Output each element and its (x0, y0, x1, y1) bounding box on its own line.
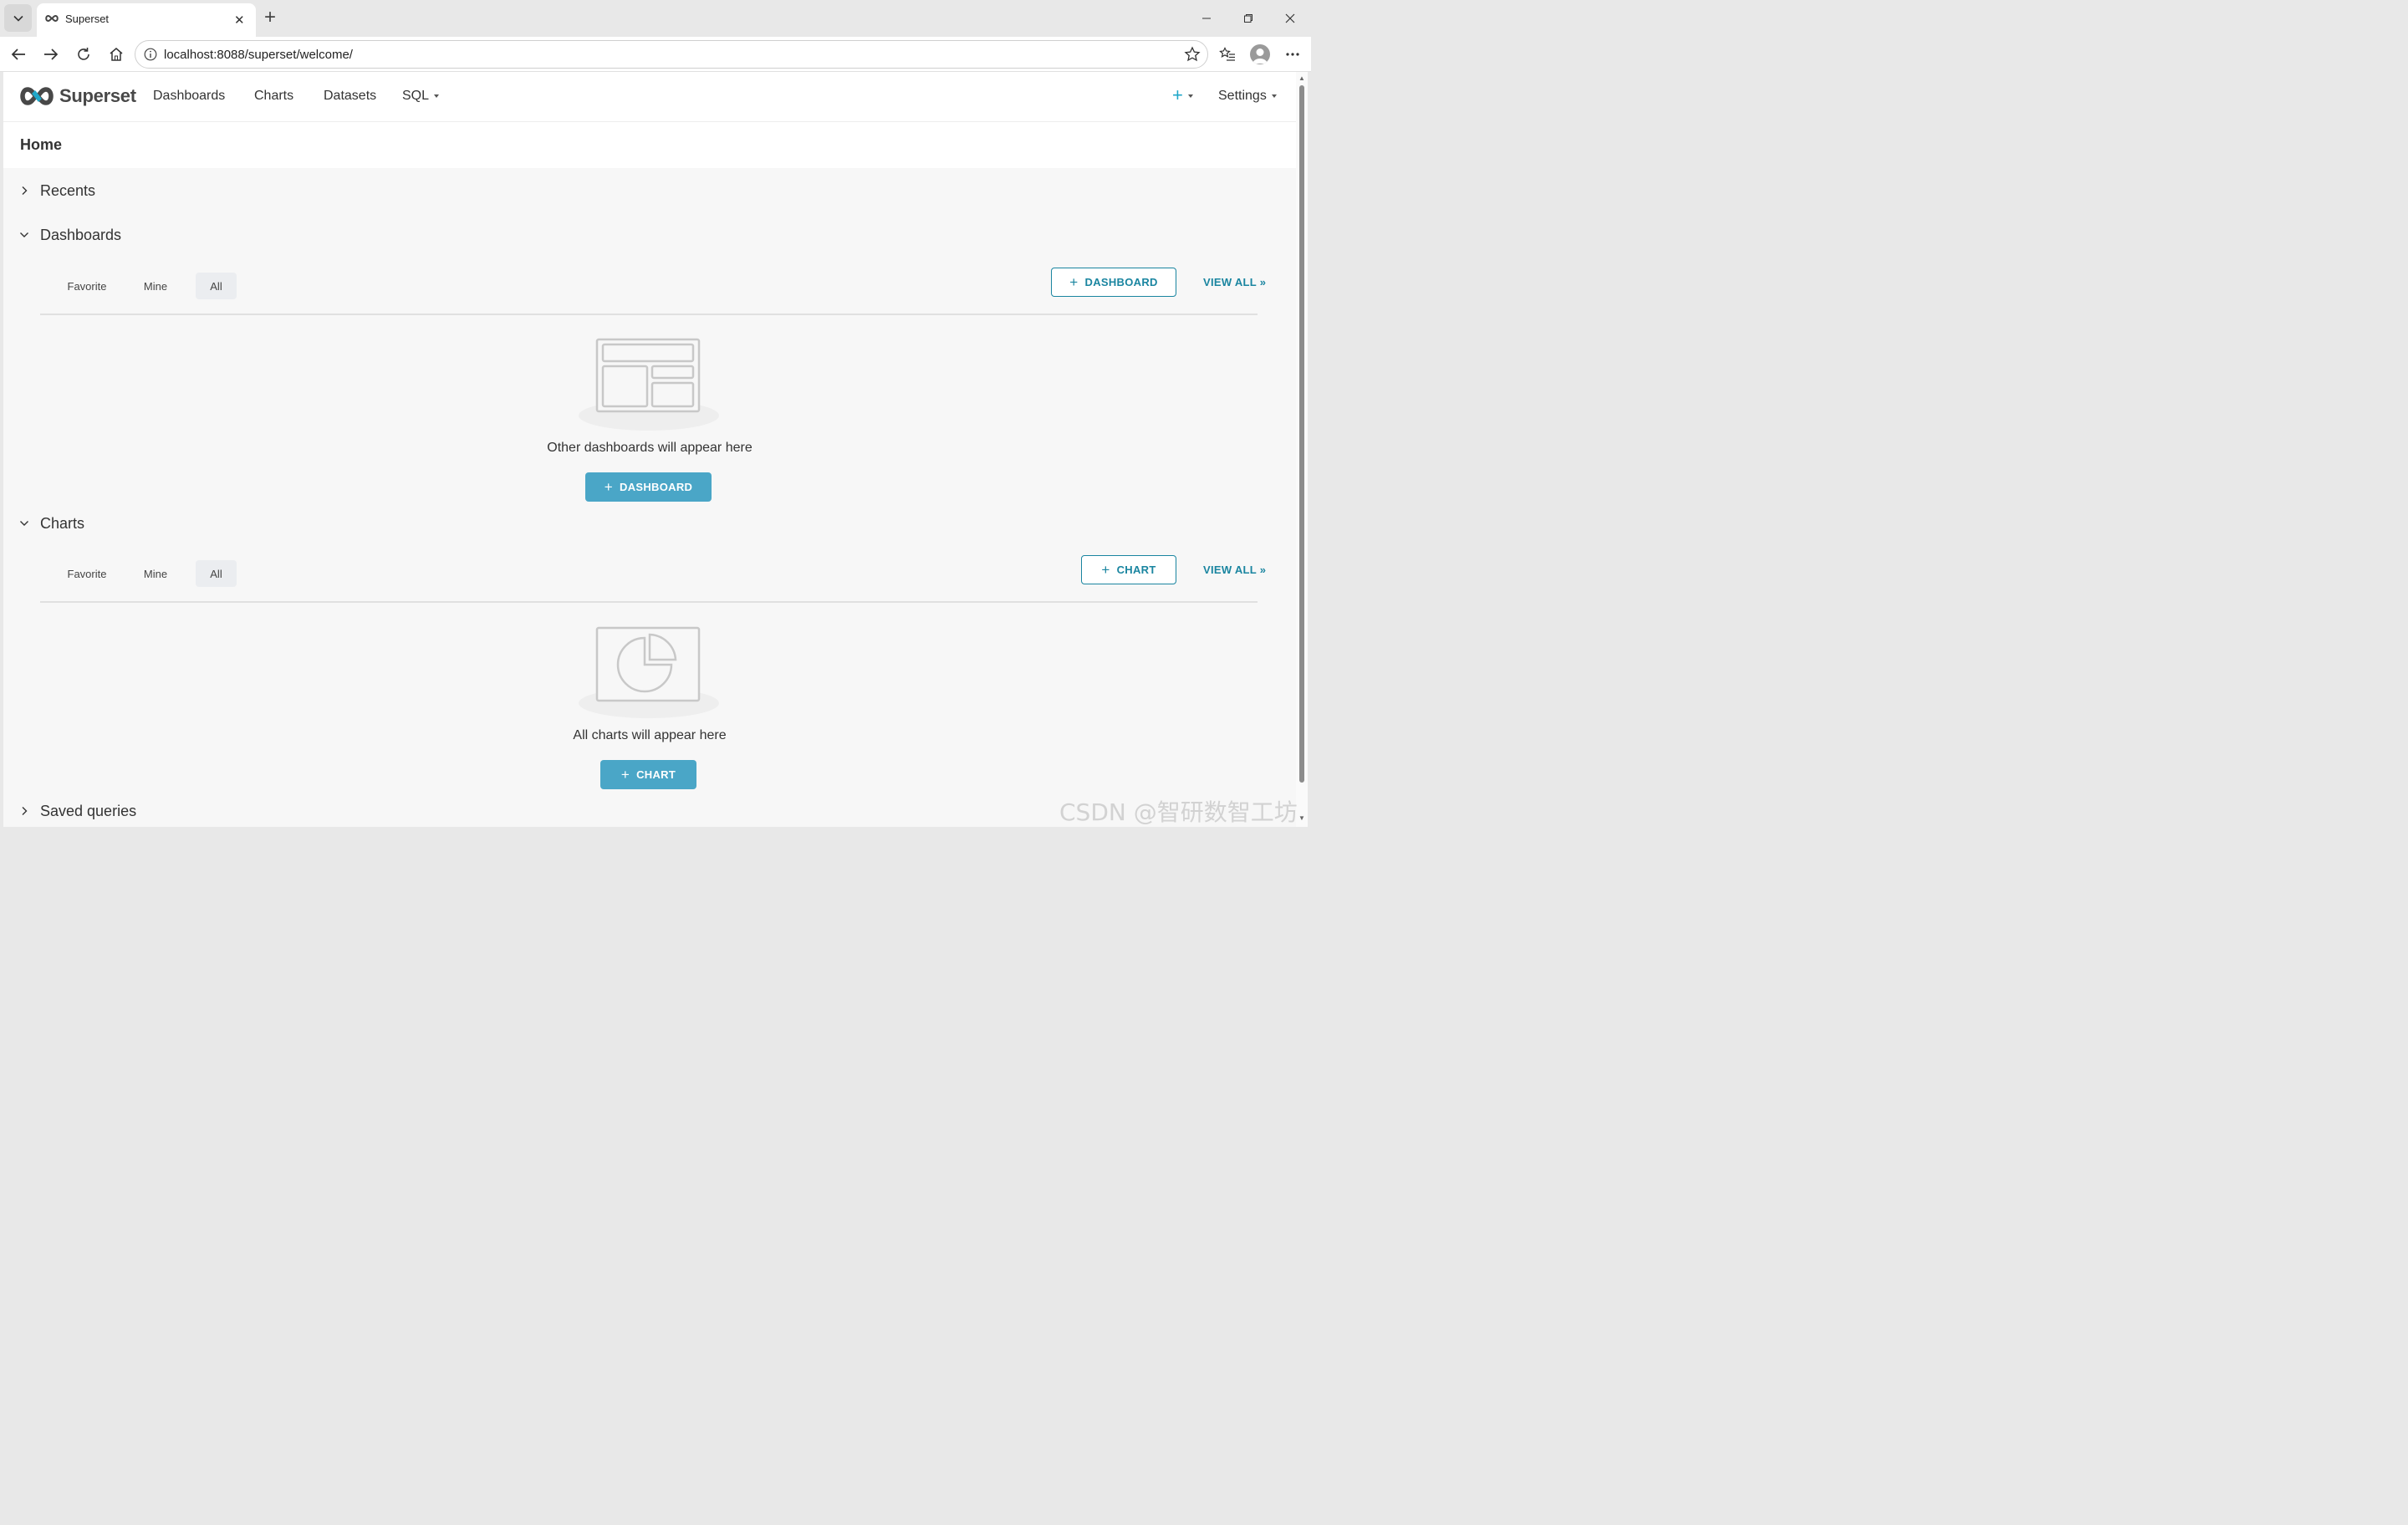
section-label-charts: Charts (40, 514, 85, 532)
close-window-icon[interactable] (1279, 8, 1301, 29)
page-title: Home (20, 136, 63, 153)
new-tab-icon[interactable]: + (264, 7, 276, 28)
minimize-icon[interactable] (1196, 8, 1217, 29)
browser-tab-bar: Superset ✕ + (0, 0, 1311, 37)
settings-menu[interactable]: Settings (1218, 89, 1277, 104)
charts-view-all-link[interactable]: VIEW ALL » (1203, 564, 1266, 576)
charts-divider (40, 601, 1258, 603)
reload-icon[interactable] (74, 44, 94, 64)
profile-avatar-icon[interactable] (1250, 44, 1270, 64)
tab-close-icon[interactable]: ✕ (234, 13, 245, 28)
caret-down-icon (434, 94, 440, 98)
create-chart-label: CHART (636, 768, 676, 781)
create-chart-button[interactable]: + CHART (600, 760, 696, 789)
dashboards-view-all-link[interactable]: VIEW ALL » (1203, 276, 1266, 288)
saved-queries-section-toggle[interactable]: Saved queries (18, 801, 136, 821)
nav-sql-menu[interactable]: SQL (402, 89, 440, 104)
forward-arrow-icon[interactable] (41, 44, 61, 64)
page-header: Home (3, 122, 1296, 168)
chevron-down-icon (13, 15, 23, 22)
address-bar[interactable]: localhost:8088/superset/welcome/ (135, 40, 1208, 69)
scroll-up-icon[interactable]: ▲ (1298, 74, 1305, 82)
dashboards-section-toggle[interactable]: Dashboards (18, 225, 121, 245)
superset-logo[interactable]: Superset (18, 85, 136, 107)
add-chart-button[interactable]: + CHART (1081, 555, 1176, 584)
charts-filter-mine[interactable]: Mine (127, 560, 184, 587)
dashboards-filter-all[interactable]: All (196, 273, 237, 299)
plus-icon: + (1101, 562, 1110, 578)
add-dashboard-label: DASHBOARD (1084, 276, 1158, 288)
new-item-menu[interactable]: + (1172, 84, 1193, 106)
charts-filter-favorite[interactable]: Favorite (54, 560, 120, 587)
page-scrollbar[interactable]: ▲ ▼ (1296, 72, 1308, 827)
section-label-saved-queries: Saved queries (40, 802, 137, 819)
watermark: CSDN @智研数智工坊 (1059, 798, 1298, 826)
url-text: localhost:8088/superset/welcome/ (164, 48, 353, 62)
recents-section-toggle[interactable]: Recents (18, 181, 95, 201)
plus-icon: + (620, 767, 630, 783)
chevron-down-icon (18, 229, 30, 241)
nav-sql-label: SQL (402, 89, 430, 103)
section-label-recents: Recents (40, 181, 96, 199)
superset-navbar: Superset Dashboards Charts Datasets SQL … (3, 72, 1296, 122)
plus-icon: + (1172, 84, 1183, 105)
tab-title: Superset (65, 13, 110, 25)
back-arrow-icon[interactable] (8, 44, 28, 64)
add-dashboard-button[interactable]: + DASHBOARD (1051, 268, 1176, 297)
page-viewport: Superset Dashboards Charts Datasets SQL … (3, 72, 1296, 827)
favorites-list-icon[interactable] (1217, 44, 1237, 64)
chevron-right-icon (18, 805, 30, 817)
charts-filter-all[interactable]: All (196, 560, 237, 587)
section-label-dashboards: Dashboards (40, 226, 122, 243)
caret-down-icon (1271, 94, 1277, 98)
more-options-icon[interactable] (1283, 44, 1303, 64)
nav-datasets[interactable]: Datasets (324, 89, 376, 104)
restore-icon[interactable] (1237, 8, 1259, 29)
chevron-down-icon (18, 518, 30, 529)
plus-icon: + (1069, 274, 1079, 290)
nav-charts[interactable]: Charts (254, 89, 293, 104)
scroll-down-icon[interactable]: ▼ (1298, 814, 1305, 822)
empty-dashboards-text: Other dashboards will appear here (547, 441, 752, 455)
empty-charts-illustration-icon (579, 626, 719, 718)
nav-dashboards[interactable]: Dashboards (153, 89, 225, 104)
caret-down-icon (1187, 94, 1193, 99)
charts-section-toggle[interactable]: Charts (18, 513, 84, 533)
browser-toolbar: localhost:8088/superset/welcome/ (0, 37, 1311, 72)
brand-name: Superset (59, 85, 136, 106)
site-info-icon[interactable] (144, 48, 157, 61)
browser-tab[interactable]: Superset ✕ (37, 3, 256, 37)
home-icon[interactable] (106, 44, 126, 64)
scrollbar-thumb[interactable] (1299, 85, 1304, 783)
dashboards-divider (40, 314, 1258, 315)
add-chart-label: CHART (1116, 564, 1156, 576)
plus-icon: + (604, 479, 614, 495)
superset-favicon-icon (45, 14, 59, 23)
tab-list-button[interactable] (4, 4, 32, 32)
dashboards-filter-mine[interactable]: Mine (127, 273, 184, 299)
settings-label: Settings (1218, 89, 1267, 103)
empty-charts-text: All charts will appear here (573, 728, 727, 742)
chevron-right-icon (18, 185, 30, 196)
superset-logo-icon (20, 87, 54, 105)
create-dashboard-label: DASHBOARD (620, 481, 693, 493)
empty-dashboards-illustration-icon (579, 338, 719, 431)
dashboards-filter-favorite[interactable]: Favorite (54, 273, 120, 299)
favorite-star-icon[interactable] (1184, 46, 1201, 63)
create-dashboard-button[interactable]: + DASHBOARD (585, 472, 712, 502)
